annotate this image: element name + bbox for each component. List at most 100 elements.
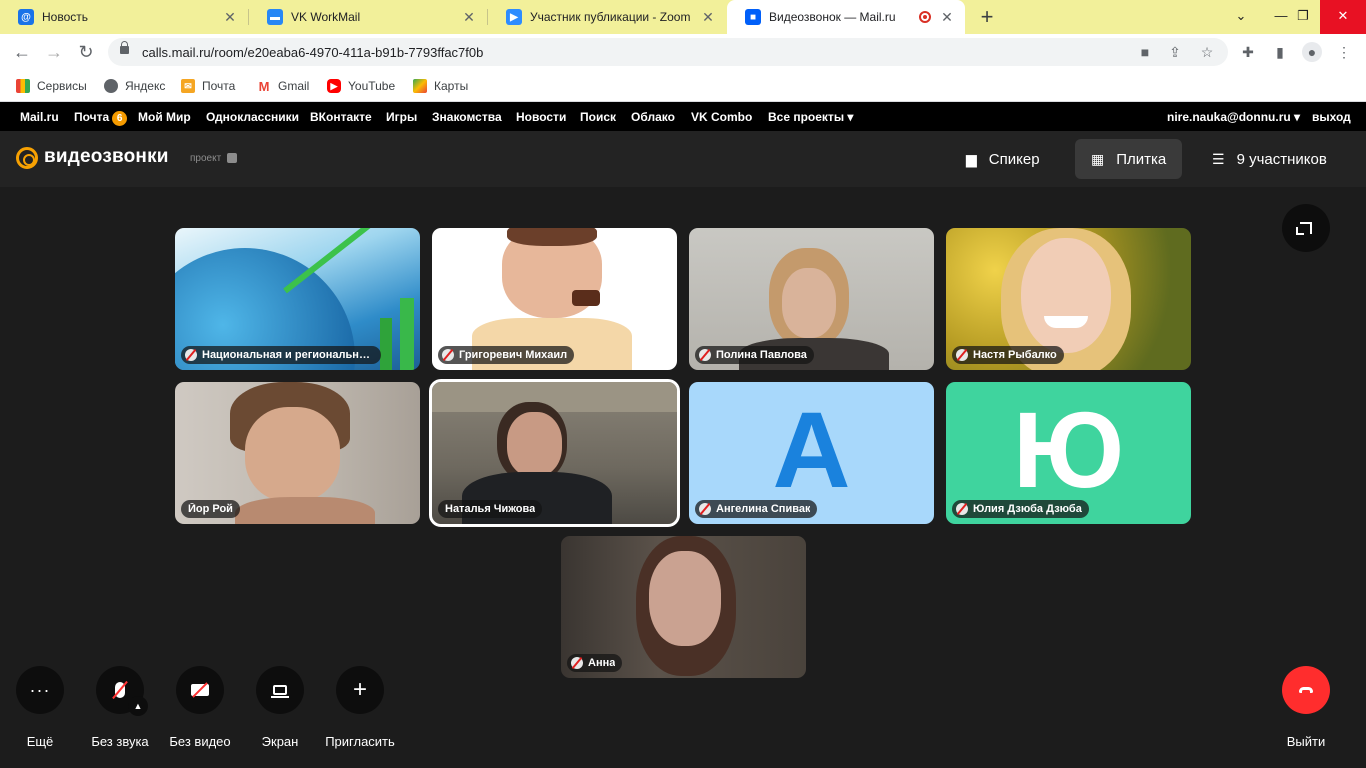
globe-icon [104, 79, 118, 93]
lock-icon [120, 41, 129, 54]
leave-control[interactable]: Выйти [1266, 666, 1346, 749]
share-icon[interactable]: ⇪ [1166, 43, 1184, 61]
portal-link-vk-combo[interactable]: VK Combo [691, 110, 752, 124]
bookmarks-bar: Сервисы Яндекс ✉ Почта M Gmail ▶ YouTube… [0, 70, 1366, 102]
portal-link-moi-mir[interactable]: Мой Мир [138, 110, 191, 124]
invite-control[interactable]: + Пригласить [320, 666, 400, 749]
portal-link-pochta[interactable]: Почта 6 [74, 110, 128, 126]
apps-grid-icon [16, 79, 30, 93]
portal-link-novosti[interactable]: Новости [516, 110, 566, 124]
participant-name: Анна [588, 657, 616, 669]
portal-link-igry[interactable]: Игры [386, 110, 417, 124]
mic-off-button[interactable]: ▲ [96, 666, 148, 716]
logout-link[interactable]: выход [1312, 110, 1351, 124]
portal-link-mailru[interactable]: Mail.ru [20, 110, 59, 124]
participant-name: Национальная и региональная ... [202, 349, 374, 361]
app-logo-text[interactable]: видеозвонки [44, 146, 169, 168]
participant-tile[interactable]: Йор Рой [175, 382, 420, 524]
fullscreen-button[interactable] [1282, 204, 1330, 252]
mic-off-icon [442, 349, 454, 361]
person-face-graphic [649, 551, 721, 646]
participant-tile[interactable]: Анна [561, 536, 806, 678]
video-control[interactable]: Без видео [160, 666, 240, 749]
video-stage: Национальная и региональная ... Григорев… [0, 187, 1366, 768]
browser-tab-zoom[interactable]: ▶ Участник публикации - Zoom ✕ [488, 0, 726, 34]
new-tab-button[interactable]: + [975, 4, 999, 30]
video-label: Без видео [169, 734, 231, 749]
camera-icon[interactable]: ■ [1136, 43, 1154, 61]
menu-dots-icon[interactable]: ⋮ [1334, 42, 1354, 62]
portal-link-znakomstva[interactable]: Знакомства [432, 110, 502, 124]
portal-link-all-projects[interactable]: Все проекты ▾ [768, 110, 853, 124]
participant-name-bar: Наталья Чижова [438, 500, 543, 518]
close-tab-icon[interactable]: ✕ [939, 9, 955, 26]
close-window-button[interactable]: ✕ [1320, 0, 1366, 34]
camera-off-button[interactable] [176, 666, 224, 714]
participant-tile-active-speaker[interactable]: Наталья Чижова [429, 379, 680, 527]
speaker-view-label: Спикер [988, 150, 1040, 168]
star-icon[interactable]: ☆ [1198, 43, 1216, 61]
browser-tab-video-call[interactable]: ■ Видеозвонок — Mail.ru ✕ [727, 0, 965, 34]
more-control[interactable]: ··· Ещё [0, 666, 80, 749]
portal-link-odnoklassniki[interactable]: Одноклассники [206, 110, 299, 124]
speaker-view-icon: ▆ [966, 150, 977, 167]
mailru-logo-icon [16, 147, 38, 169]
screen-share-control[interactable]: Экран [240, 666, 320, 749]
bookmark-services[interactable]: Сервисы [16, 77, 87, 95]
portal-nav: Mail.ru Почта 6 Мой Мир Одноклассники ВКо… [0, 102, 1366, 131]
participants-button[interactable]: ☰ 9 участников [1196, 139, 1343, 179]
fullscreen-icon [1296, 222, 1312, 235]
participant-tile[interactable]: Настя Рыбалко [946, 228, 1191, 370]
bookmark-maps[interactable]: Карты [413, 77, 468, 95]
participant-tile[interactable]: Ю Юлия Дзюба Дзюба [946, 382, 1191, 524]
browser-tab-vk-workmail[interactable]: ▬ VK WorkMail ✕ [249, 0, 487, 34]
close-tab-icon[interactable]: ✕ [222, 9, 238, 26]
invite-button[interactable]: + [336, 666, 384, 714]
tile-view-label: Плитка [1116, 150, 1167, 168]
address-bar[interactable]: calls.mail.ru/room/e20eaba6-4970-411a-b9… [108, 38, 1228, 66]
bookmark-gmail[interactable]: M Gmail [257, 77, 309, 95]
participant-name-bar: Юлия Дзюба Дзюба [952, 500, 1089, 518]
bookmark-pochta[interactable]: ✉ Почта [181, 77, 235, 95]
profile-icon[interactable]: ● [1302, 42, 1322, 62]
portal-link-poisk[interactable]: Поиск [580, 110, 616, 124]
person-smile-graphic [1044, 316, 1088, 328]
bookmark-label: Яндекс [125, 79, 166, 93]
youtube-icon: ▶ [327, 79, 341, 93]
participant-name-bar: Ангелина Спивак [695, 500, 818, 518]
browser-tab-novost[interactable]: @ Новость ✕ [0, 0, 248, 34]
close-tab-icon[interactable]: ✕ [461, 9, 477, 26]
tab-title: VK WorkMail [291, 10, 361, 24]
participant-tile[interactable]: Григоревич Михаил [432, 228, 677, 370]
close-tab-icon[interactable]: ✕ [700, 9, 716, 26]
participant-tile[interactable]: Национальная и региональная ... [175, 228, 420, 370]
chevron-up-icon[interactable]: ▲ [128, 696, 148, 716]
mic-off-icon [571, 657, 583, 669]
bookmark-youtube[interactable]: ▶ YouTube [327, 77, 395, 95]
user-account-menu[interactable]: nire.nauka@donnu.ru ▾ [1167, 110, 1300, 124]
forward-arrow-icon[interactable]: → [42, 40, 66, 64]
mic-off-icon [699, 503, 711, 515]
speaker-view-button[interactable]: ▆ Спикер [950, 139, 1056, 179]
portal-link-oblako[interactable]: Облако [631, 110, 675, 124]
tile-view-button[interactable]: ▦ Плитка [1075, 139, 1183, 179]
back-arrow-icon[interactable]: ← [10, 40, 34, 64]
extensions-icon[interactable]: ✚ [1238, 42, 1258, 62]
more-dots-icon[interactable]: ··· [16, 666, 64, 714]
participant-tile[interactable]: Полина Павлова [689, 228, 934, 370]
browser-toolbar: ← → ↻ calls.mail.ru/room/e20eaba6-4970-4… [0, 34, 1366, 70]
browser-tab-strip: @ Новость ✕ ▬ VK WorkMail ✕ ▶ Участник п… [0, 0, 1366, 34]
screen-icon [271, 685, 289, 698]
leave-call-button[interactable] [1282, 666, 1330, 714]
mute-control[interactable]: ▲ Без звука [80, 666, 160, 749]
bookmark-yandex[interactable]: Яндекс [104, 77, 165, 95]
side-panel-icon[interactable]: ▮ [1270, 42, 1290, 62]
portal-link-label: Почта [74, 110, 110, 124]
portal-link-vkontakte[interactable]: ВКонтакте [310, 110, 372, 124]
screen-share-button[interactable] [256, 666, 304, 714]
more-label: Ещё [26, 734, 54, 749]
bookmark-label: Gmail [278, 79, 310, 93]
reload-icon[interactable]: ↻ [74, 40, 98, 64]
participant-tile[interactable]: А Ангелина Спивак [689, 382, 934, 524]
list-icon: ☰ [1212, 150, 1225, 167]
